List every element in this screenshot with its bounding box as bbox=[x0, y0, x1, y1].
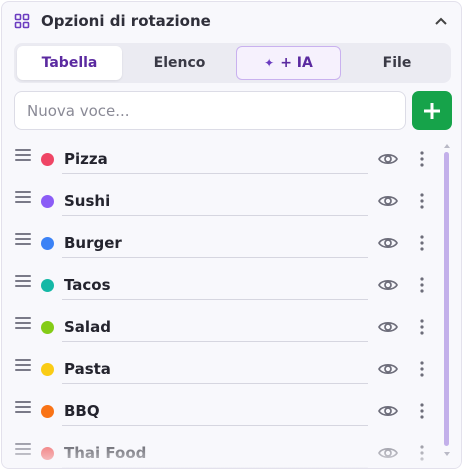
grid-icon bbox=[14, 13, 30, 29]
add-item-button[interactable] bbox=[412, 91, 452, 130]
rotation-options-panel: Opzioni di rotazione Tabella Elenco ✦ + … bbox=[1, 1, 462, 469]
eye-icon[interactable] bbox=[377, 317, 399, 337]
item-label: Salad bbox=[64, 318, 111, 336]
tab-label: File bbox=[382, 55, 412, 71]
eye-icon[interactable] bbox=[377, 275, 399, 295]
more-vertical-icon[interactable] bbox=[414, 401, 430, 421]
eye-icon[interactable] bbox=[377, 401, 399, 421]
label-underline bbox=[62, 173, 368, 174]
list-item: Pizza bbox=[2, 140, 461, 182]
list-item: Tacos bbox=[2, 266, 461, 308]
tab-table[interactable]: Tabella bbox=[17, 46, 122, 80]
drag-handle-icon[interactable] bbox=[15, 191, 31, 203]
eye-icon[interactable] bbox=[377, 443, 399, 463]
panel-title: Opzioni di rotazione bbox=[41, 12, 211, 30]
label-underline bbox=[62, 341, 368, 342]
drag-handle-icon[interactable] bbox=[15, 275, 31, 287]
more-vertical-icon[interactable] bbox=[414, 443, 430, 463]
color-dot[interactable] bbox=[41, 447, 54, 460]
label-underline bbox=[62, 299, 368, 300]
new-item-row bbox=[14, 91, 452, 131]
tab-list[interactable]: Elenco bbox=[127, 46, 232, 80]
new-item-input[interactable] bbox=[14, 91, 406, 130]
item-label: Burger bbox=[64, 234, 122, 252]
tab-label: Tabella bbox=[41, 55, 98, 71]
drag-handle-icon[interactable] bbox=[15, 317, 31, 329]
item-label: Pasta bbox=[64, 360, 111, 378]
item-label: Sushi bbox=[64, 192, 111, 210]
item-label: Pizza bbox=[64, 150, 108, 168]
option-list: Pizza Sushi Burger Tacos Salad Pasta BBQ Thai F… bbox=[2, 140, 461, 468]
list-scrollbar[interactable] bbox=[443, 144, 451, 464]
color-dot[interactable] bbox=[41, 237, 54, 250]
list-item: Thai Food bbox=[2, 434, 461, 468]
label-underline bbox=[62, 425, 368, 426]
item-label: BBQ bbox=[64, 402, 100, 420]
more-vertical-icon[interactable] bbox=[414, 275, 430, 295]
color-dot[interactable] bbox=[41, 153, 54, 166]
drag-handle-icon[interactable] bbox=[15, 401, 31, 413]
drag-handle-icon[interactable] bbox=[15, 149, 31, 161]
scroll-up-icon[interactable] bbox=[444, 144, 450, 148]
color-dot[interactable] bbox=[41, 405, 54, 418]
scroll-down-icon[interactable] bbox=[444, 452, 450, 456]
list-item: Salad bbox=[2, 308, 461, 350]
tab-label: Elenco bbox=[153, 55, 206, 71]
more-vertical-icon[interactable] bbox=[414, 191, 430, 211]
tab-label: + IA bbox=[280, 55, 313, 71]
list-item: Sushi bbox=[2, 182, 461, 224]
label-underline bbox=[62, 383, 368, 384]
tab-ai[interactable]: ✦ + IA bbox=[236, 46, 341, 80]
color-dot[interactable] bbox=[41, 321, 54, 334]
color-dot[interactable] bbox=[41, 195, 54, 208]
drag-handle-icon[interactable] bbox=[15, 233, 31, 245]
more-vertical-icon[interactable] bbox=[414, 359, 430, 379]
item-label: Tacos bbox=[64, 276, 111, 294]
color-dot[interactable] bbox=[41, 279, 54, 292]
collapse-button[interactable] bbox=[431, 11, 451, 31]
list-item: Burger bbox=[2, 224, 461, 266]
plus-icon bbox=[424, 102, 440, 119]
eye-icon[interactable] bbox=[377, 233, 399, 253]
sparkles-icon: ✦ bbox=[264, 56, 275, 70]
list-item: Pasta bbox=[2, 350, 461, 392]
eye-icon[interactable] bbox=[377, 149, 399, 169]
label-underline bbox=[62, 257, 368, 258]
view-tabs: Tabella Elenco ✦ + IA File bbox=[14, 43, 451, 83]
panel-header: Opzioni di rotazione bbox=[14, 11, 449, 35]
item-label: Thai Food bbox=[64, 444, 147, 462]
color-dot[interactable] bbox=[41, 363, 54, 376]
tab-file[interactable]: File bbox=[346, 46, 448, 80]
more-vertical-icon[interactable] bbox=[414, 233, 430, 253]
eye-icon[interactable] bbox=[377, 191, 399, 211]
more-vertical-icon[interactable] bbox=[414, 149, 430, 169]
drag-handle-icon[interactable] bbox=[15, 443, 31, 455]
label-underline bbox=[62, 467, 368, 468]
eye-icon[interactable] bbox=[377, 359, 399, 379]
more-vertical-icon[interactable] bbox=[414, 317, 430, 337]
label-underline bbox=[62, 215, 368, 216]
list-item: BBQ bbox=[2, 392, 461, 434]
chevron-up-icon bbox=[435, 17, 447, 25]
scroll-thumb[interactable] bbox=[444, 152, 449, 446]
drag-handle-icon[interactable] bbox=[15, 359, 31, 371]
